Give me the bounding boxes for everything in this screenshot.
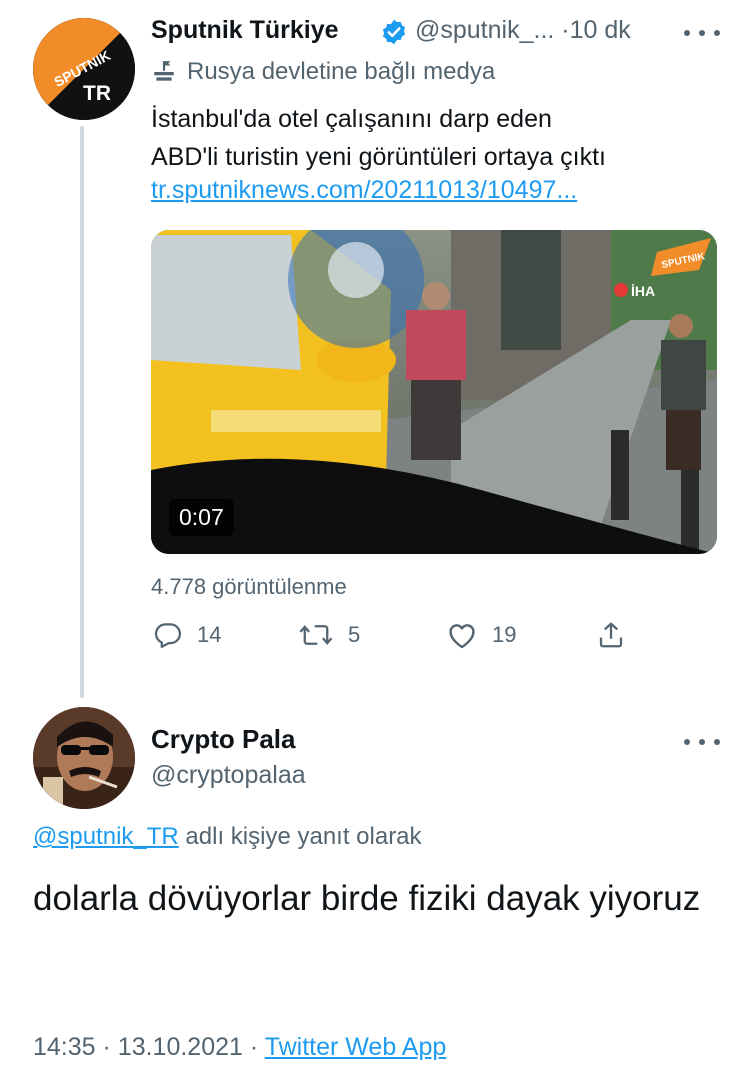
reply-time[interactable]: 14:35 [33, 1033, 96, 1061]
share-icon [599, 622, 623, 648]
source-app-link[interactable]: Twitter Web App [265, 1033, 447, 1061]
tweet-text-line: ABD'li turistin yeni görüntüleri ortaya … [151, 143, 606, 171]
thread-line [80, 126, 84, 698]
view-count: 4.778 görüntülenme [151, 574, 347, 599]
dot-separator: · [249, 1033, 259, 1061]
retweet-button[interactable]: 5 [298, 620, 360, 650]
reply-count: 14 [197, 622, 222, 647]
replying-to-handle[interactable]: @sputnik_TR [33, 823, 179, 850]
reply-author-name[interactable]: Crypto Pala [151, 724, 296, 755]
reply-body: dolarla dövüyorlar birde fiziki dayak yi… [33, 879, 701, 918]
reply-meta: 14:35 · 13.10.2021 · Twitter Web App [33, 1033, 446, 1062]
reply-icon [154, 623, 181, 648]
author-handle-time[interactable]: @sputnik_... ·10 dk [415, 16, 631, 45]
reply-date[interactable]: 13.10.2021 [118, 1033, 243, 1061]
more-options-icon[interactable] [684, 23, 720, 43]
tweet-body: İstanbul'da otel çalışanını darp eden AB… [151, 100, 711, 176]
like-button[interactable]: 19 [446, 620, 516, 650]
podium-icon [154, 61, 174, 81]
state-affiliated-label[interactable]: Rusya devletine bağlı medya [151, 58, 495, 86]
dot-separator: · [561, 16, 570, 44]
reply-button[interactable]: 14 [153, 620, 221, 650]
author-handle[interactable]: @sputnik_... [415, 16, 554, 44]
share-button[interactable] [596, 619, 626, 651]
retweet-icon [299, 625, 333, 645]
heart-icon [449, 624, 475, 649]
tweet-text-line: İstanbul'da otel çalışanını darp eden [151, 105, 552, 133]
avatar-country-text: TR [83, 82, 111, 105]
replying-to-suffix: adlı kişiye yanıt olarak [185, 823, 422, 850]
dot-separator: · [102, 1033, 111, 1061]
reply-more-options-icon[interactable] [684, 732, 720, 752]
crypto-pala-avatar[interactable] [33, 707, 135, 809]
verified-badge-icon [382, 19, 406, 45]
video-player[interactable]: SPUTNIK İHA 0:07 [151, 230, 717, 554]
watermark-agency: İHA [631, 283, 655, 299]
reply-author-handle[interactable]: @cryptopalaa [151, 761, 306, 790]
replying-to: @sputnik_TR adlı kişiye yanıt olarak [33, 823, 422, 851]
author-name[interactable]: Sputnik Türkiye [151, 16, 339, 45]
like-count: 19 [492, 622, 517, 647]
video-duration: 0:07 [169, 499, 234, 536]
article-link[interactable]: tr.sputniknews.com/20211013/10497... [151, 176, 577, 205]
video-thumbnail: SPUTNIK İHA [151, 230, 717, 554]
sputnik-avatar[interactable]: SPUTNIK TR [33, 18, 135, 120]
tweet-time[interactable]: 10 dk [570, 16, 631, 44]
retweet-count: 5 [348, 622, 361, 647]
state-label-text: Rusya devletine bağlı medya [187, 58, 496, 85]
